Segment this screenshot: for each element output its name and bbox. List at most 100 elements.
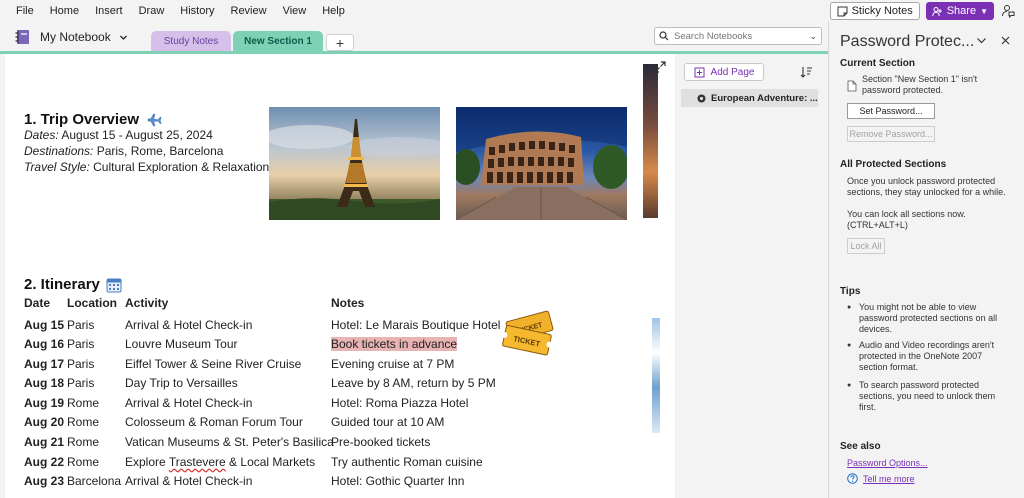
dates-line: Dates: August 15 - August 25, 2024 [24, 128, 213, 142]
password-protection-pane: Password Protec... Current Section Secti… [829, 22, 1024, 498]
tell-me-more-link[interactable]: Tell me more [863, 474, 915, 484]
travel-style-value: Cultural Exploration & Relaxation [93, 160, 270, 174]
row-notes: Guided tour at 10 AM [331, 415, 445, 429]
spelling-flagged-word[interactable]: Trastevere [169, 455, 226, 469]
row-date: Aug 19 [24, 396, 65, 410]
header-activity: Activity [125, 296, 169, 310]
search-notebooks: ⌄ [654, 27, 822, 45]
lock-all-button[interactable]: Lock All [847, 238, 885, 254]
add-page-icon [694, 67, 705, 77]
activity-text: & Local Markets [225, 455, 316, 469]
row-location: Rome [67, 455, 100, 469]
row-location: Barcelona [67, 474, 122, 488]
section1-heading: 1. Trip Overview [24, 111, 165, 128]
menu-history[interactable]: History [172, 0, 222, 22]
partial-image-sunset [643, 64, 658, 218]
activity-text: Explore [125, 455, 169, 469]
feedback-icon[interactable] [1000, 3, 1016, 19]
row-location: Paris [67, 376, 95, 390]
sort-icon[interactable] [799, 65, 813, 79]
row-location: Rome [67, 415, 100, 429]
row-date: Aug 16 [24, 337, 65, 351]
row-location: Rome [67, 396, 100, 410]
row-activity: Vatican Museums & St. Peter's Basilica [125, 435, 334, 449]
chevron-down-icon: ▼ [980, 6, 988, 16]
row-notes-highlighted: Book tickets in advance [331, 337, 458, 351]
dates-value: August 15 - August 25, 2024 [61, 128, 213, 142]
row-date: Aug 20 [24, 415, 65, 429]
row-date: Aug 18 [24, 376, 65, 390]
chevron-down-icon [119, 35, 127, 40]
current-section-status: Section "New Section 1" isn't password p… [862, 74, 978, 95]
row-date: Aug 23 [24, 474, 65, 488]
itinerary-title: 2. Itinerary [24, 276, 100, 293]
notebook-selector[interactable]: My Notebook [14, 28, 128, 46]
share-button[interactable]: Share ▼ [925, 2, 994, 20]
row-notes: Try authentic Roman cuisine [331, 455, 483, 469]
calendar-icon [106, 278, 122, 292]
chevron-down-icon[interactable]: ⌄ [809, 31, 817, 42]
sticky-notes-button[interactable]: Sticky Notes [829, 2, 920, 20]
colosseum-photo[interactable] [456, 107, 627, 220]
notebook-icon [15, 30, 29, 44]
all-protected-heading: All Protected Sections [840, 159, 947, 170]
notebook-name: My Notebook [40, 30, 111, 44]
set-password-button[interactable]: Set Password... [847, 103, 935, 119]
row-notes: Pre-booked tickets [331, 435, 431, 449]
add-page-button[interactable]: Add Page [684, 63, 764, 81]
tab-new-section-1[interactable]: New Section 1 [233, 31, 323, 52]
page-item-european-adventure[interactable]: European Adventure: ... [681, 89, 818, 107]
tab-study-notes[interactable]: Study Notes [151, 31, 231, 52]
trip-overview-title: 1. Trip Overview [24, 111, 140, 128]
pane-options-chevron-icon[interactable] [976, 35, 987, 49]
search-input[interactable] [674, 30, 804, 42]
add-section-button[interactable]: + [326, 34, 354, 51]
header-date: Date [24, 296, 51, 310]
row-notes: Evening cruise at 7 PM [331, 357, 455, 371]
notebook-bar: My Notebook Study Notes New Section 1 + … [0, 22, 828, 52]
menu-help[interactable]: Help [314, 0, 353, 22]
menu-insert[interactable]: Insert [87, 0, 131, 22]
lock-all-text: You can lock all sections now. (CTRL+ALT… [847, 209, 966, 230]
menu-review[interactable]: Review [223, 0, 275, 22]
pane-title: Password Protec... [840, 33, 975, 50]
current-section-heading: Current Section [840, 58, 916, 69]
row-notes: Hotel: Roma Piazza Hotel [331, 396, 469, 410]
row-date: Aug 21 [24, 435, 65, 449]
row-activity: Louvre Museum Tour [125, 337, 238, 351]
add-page-label: Add Page [710, 66, 755, 78]
row-notes: Hotel: Gothic Quarter Inn [331, 474, 465, 488]
menu-draw[interactable]: Draw [131, 0, 173, 22]
travel-style-line: Travel Style: Cultural Exploration & Rel… [24, 160, 269, 174]
dates-label: Dates: [24, 128, 59, 142]
search-icon [659, 31, 669, 41]
row-location: Paris [67, 318, 95, 332]
remove-password-button[interactable]: Remove Password... [847, 126, 935, 142]
password-options-link[interactable]: Password Options... [847, 458, 928, 468]
row-activity: Day Trip to Versailles [125, 376, 238, 390]
destinations-value: Paris, Rome, Barcelona [96, 144, 224, 158]
menu-file[interactable]: File [0, 0, 42, 22]
airplane-icon [147, 113, 162, 126]
close-icon[interactable] [1000, 35, 1011, 49]
eiffel-tower-photo[interactable] [269, 107, 440, 220]
expand-icon[interactable] [652, 59, 668, 75]
row-location: Paris [67, 357, 95, 371]
header-notes: Notes [331, 296, 365, 310]
menu-home[interactable]: Home [42, 0, 87, 22]
row-activity: Arrival & Hotel Check-in [125, 396, 253, 410]
page-icon [697, 94, 706, 102]
tip-item: To search password protected sections, y… [847, 380, 1012, 413]
header-location: Location [67, 296, 117, 310]
tip-item: You might not be able to view password p… [847, 302, 1012, 335]
ticket-icon: TICKET TICKET [501, 310, 554, 356]
row-activity: Explore Trastevere & Local Markets [125, 455, 315, 469]
section2-heading: 2. Itinerary [24, 276, 122, 293]
menu-view[interactable]: View [275, 0, 315, 22]
sticky-note-icon [837, 6, 848, 16]
travel-style-label: Travel Style: [24, 160, 90, 174]
share-icon [932, 6, 942, 16]
tell-me-more-row[interactable]: Tell me more [847, 473, 915, 484]
row-activity: Arrival & Hotel Check-in [125, 318, 253, 332]
see-also-heading: See also [840, 441, 881, 452]
